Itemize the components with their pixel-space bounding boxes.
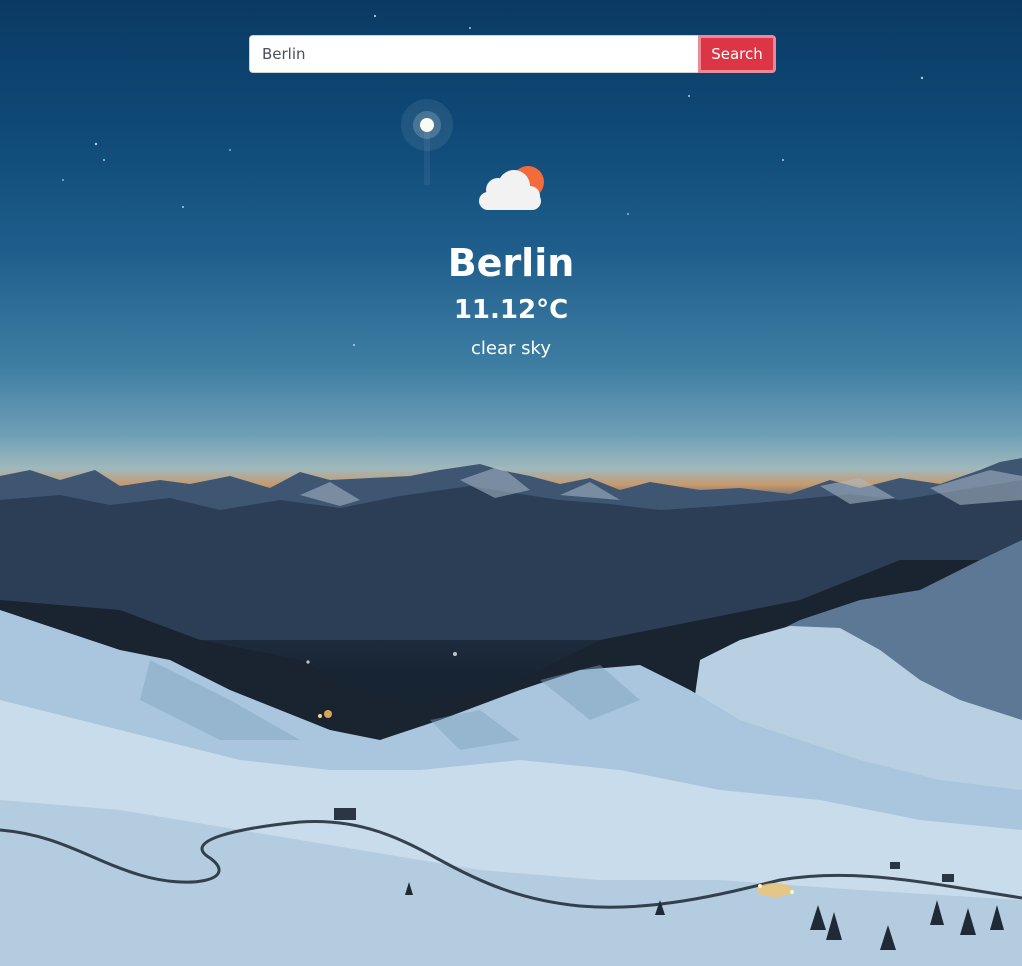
weather-app: Search Berlin 11.12°C clear sky	[0, 0, 1022, 966]
search-button[interactable]: Search	[698, 35, 776, 73]
weather-description: clear sky	[471, 338, 551, 359]
city-search-input[interactable]	[249, 35, 698, 73]
temperature-value: 11.12°C	[453, 295, 569, 325]
cloud-sun-icon	[479, 166, 544, 210]
city-name: Berlin	[447, 241, 575, 285]
search-bar: Search	[249, 35, 776, 73]
background-landscape	[0, 14, 1022, 966]
